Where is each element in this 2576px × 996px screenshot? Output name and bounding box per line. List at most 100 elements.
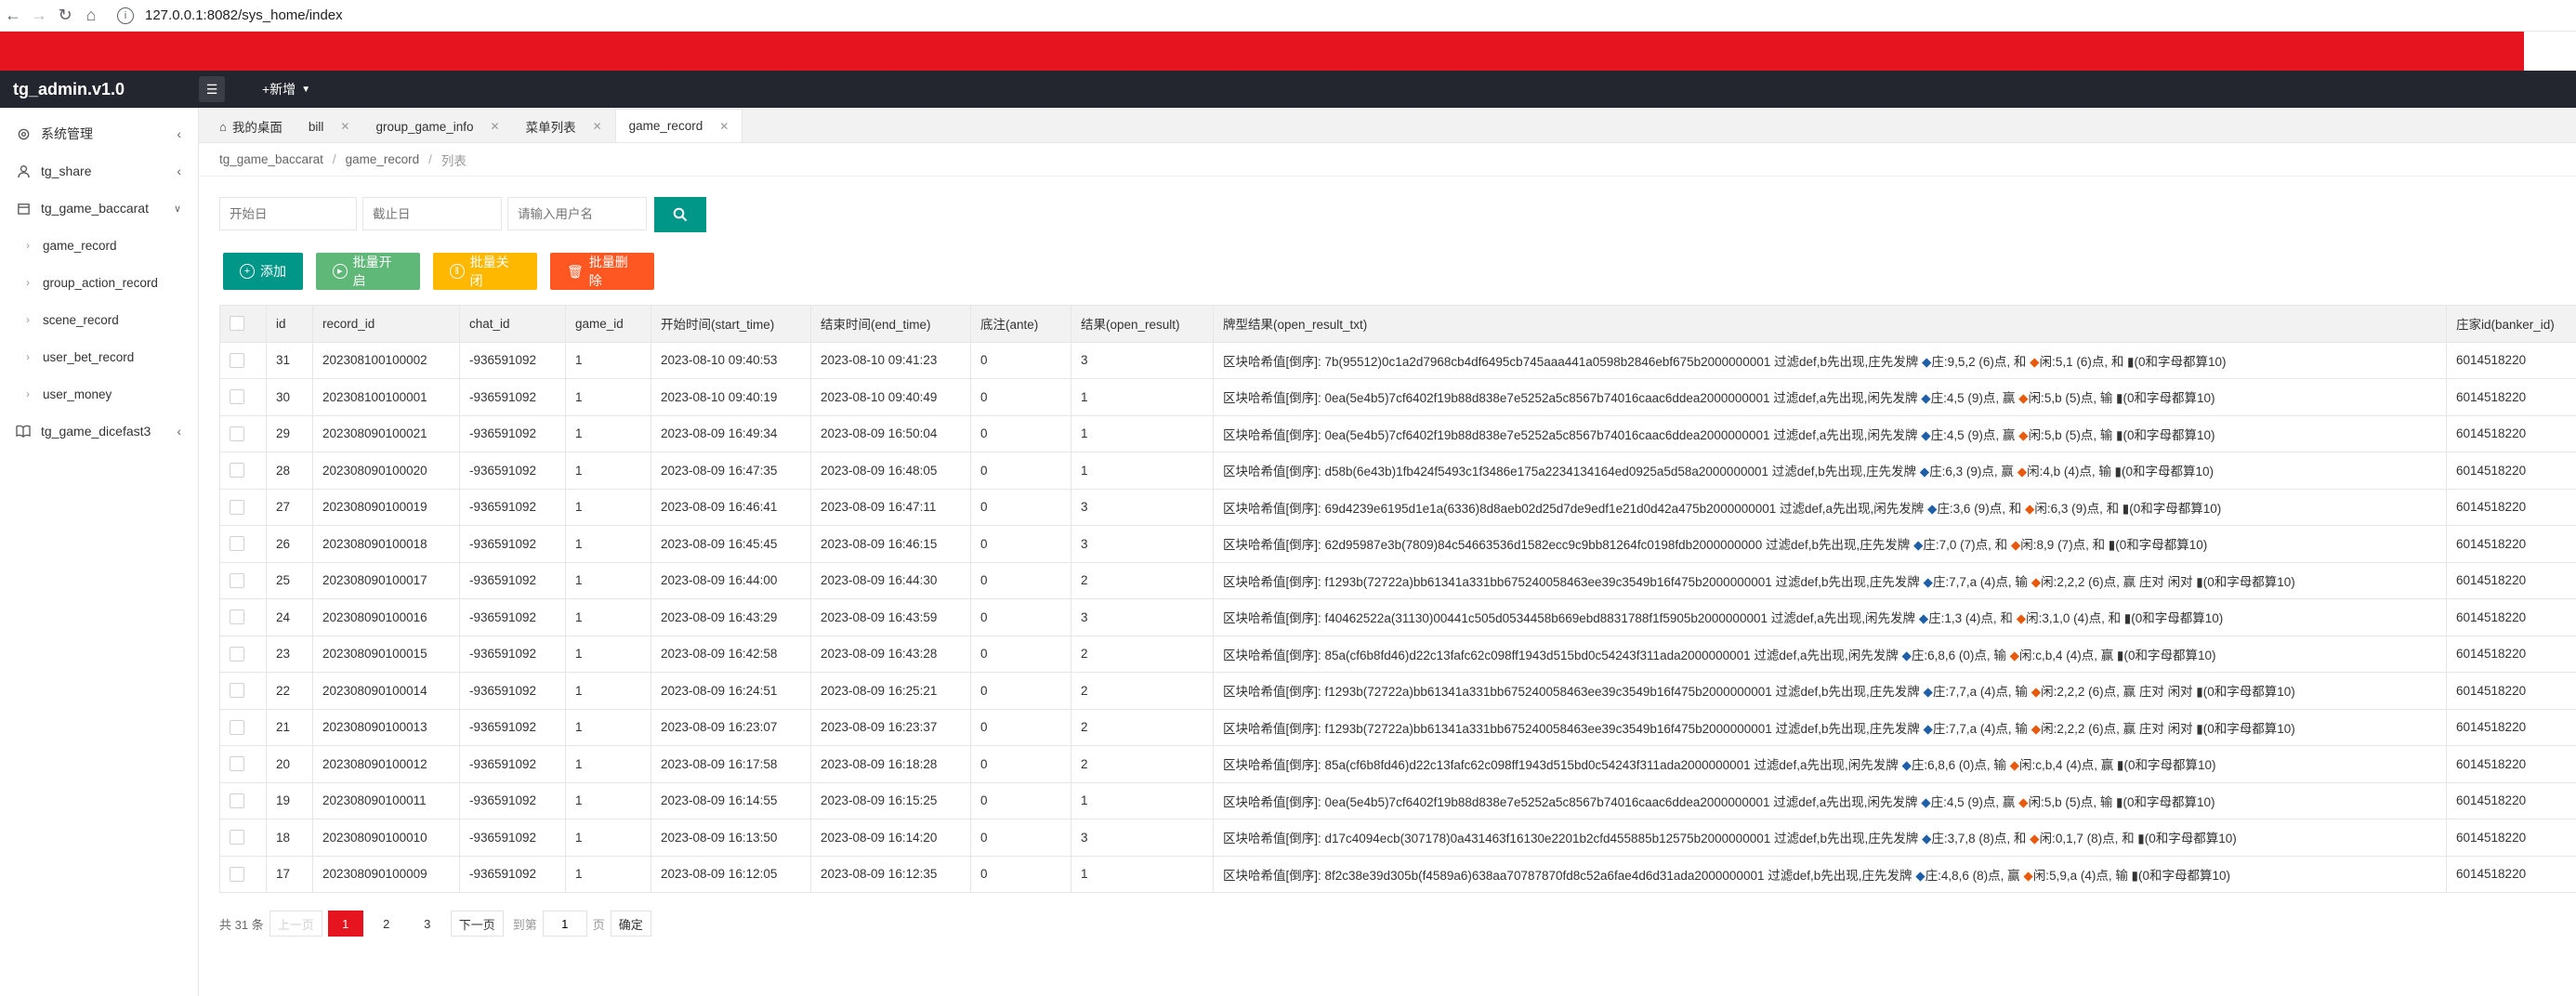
table-row[interactable]: 31 202308100100002 -936591092 1 2023-08-10 0… (219, 341, 2576, 379)
sidebar-subitem-scene-record[interactable]: › scene_record (0, 301, 198, 338)
blue-diamond-icon: ◆ (1912, 538, 1924, 553)
breadcrumb-item[interactable]: tg_game_baccarat (219, 152, 323, 166)
row-checkbox[interactable] (230, 830, 244, 845)
table-row[interactable]: 24 202308090100016 -936591092 1 2023-08-09 1… (219, 598, 2576, 636)
end-date-input[interactable] (362, 197, 502, 230)
row-select-cell[interactable] (219, 341, 267, 379)
sidebar-item-tg-share[interactable]: tg_share ‹ (0, 152, 198, 190)
chevron-left-icon: ‹ (177, 424, 181, 439)
page-1-button[interactable]: 1 (327, 911, 363, 937)
sidebar-item-tg-game-baccarat[interactable]: tg_game_baccarat ∨ (0, 190, 198, 227)
row-checkbox[interactable] (230, 572, 244, 588)
address-bar[interactable]: i 127.0.0.1:8082/sys_home/index (117, 7, 343, 24)
tab-my-desktop[interactable]: ⌂ 我的桌面 (206, 111, 296, 142)
batch-delete-button[interactable]: 🗑 批量删除 (550, 253, 654, 290)
row-select-cell[interactable] (219, 635, 267, 673)
sidebar-subitem-user-bet-record[interactable]: › user_bet_record (0, 338, 198, 375)
row-checkbox[interactable] (230, 683, 244, 699)
select-all-checkbox[interactable] (230, 316, 244, 332)
table-row[interactable]: 27 202308090100019 -936591092 1 2023-08-09 1… (219, 488, 2576, 526)
row-select-cell[interactable] (219, 414, 267, 452)
select-all-cell[interactable] (219, 305, 267, 343)
row-checkbox[interactable] (230, 389, 244, 405)
tab-game-record[interactable]: game_record ✕ (614, 109, 743, 142)
table-row[interactable]: 19 202308090100011 -936591092 1 2023-08-09 1… (219, 781, 2576, 819)
table-row[interactable]: 29 202308090100021 -936591092 1 2023-08-09 1… (219, 414, 2576, 452)
sidebar-item-tg-game-dicefast3[interactable]: tg_game_dicefast3 ‹ (0, 413, 198, 450)
cell-record-id: 202308090100010 (312, 819, 460, 857)
next-page-button[interactable]: 下一页 (450, 911, 504, 937)
sidebar-subitem-game-record[interactable]: › game_record (0, 227, 198, 264)
table-row[interactable]: 25 202308090100017 -936591092 1 2023-08-09 1… (219, 561, 2576, 599)
row-checkbox[interactable] (230, 756, 244, 772)
table-row[interactable]: 20 202308090100012 -936591092 1 2023-08-09 1… (219, 745, 2576, 783)
row-select-cell[interactable] (219, 745, 267, 783)
table-row[interactable]: 22 202308090100014 -936591092 1 2023-08-09 1… (219, 672, 2576, 710)
goto-page-box[interactable] (542, 911, 587, 937)
cell-record-id: 202308090100019 (312, 488, 460, 526)
cell-record-id: 202308090100011 (312, 781, 460, 819)
row-checkbox[interactable] (230, 499, 244, 515)
table-row[interactable]: 17 202308090100009 -936591092 1 2023-08-09 1… (219, 855, 2576, 893)
row-select-cell[interactable] (219, 378, 267, 416)
table-row[interactable]: 21 202308090100013 -936591092 1 2023-08-09 1… (219, 708, 2576, 746)
cell-game-id: 1 (565, 414, 651, 452)
row-checkbox[interactable] (230, 793, 244, 808)
row-checkbox[interactable] (230, 463, 244, 478)
batch-close-button[interactable]: ‖ 批量关闭 (433, 253, 537, 290)
tab-menu-list[interactable]: 菜单列表 ✕ (513, 111, 615, 142)
confirm-page-button[interactable]: 确定 (610, 911, 651, 937)
row-select-cell[interactable] (219, 855, 267, 893)
close-icon[interactable]: ✕ (719, 120, 729, 133)
row-checkbox[interactable] (230, 646, 244, 662)
add-new-menu[interactable]: +新增 ▼ (262, 80, 310, 98)
row-checkbox[interactable] (230, 866, 244, 882)
tab-group-game-info[interactable]: group_game_info ✕ (362, 111, 512, 142)
row-select-cell[interactable] (219, 819, 267, 857)
row-select-cell[interactable] (219, 781, 267, 819)
row-checkbox[interactable] (230, 536, 244, 552)
home-icon[interactable]: ⌂ (78, 0, 104, 32)
batch-open-button[interactable]: ▸ 批量开启 (316, 253, 420, 290)
row-checkbox[interactable] (230, 426, 244, 441)
search-button[interactable] (654, 197, 706, 232)
row-checkbox[interactable] (230, 352, 244, 368)
row-select-cell[interactable] (219, 598, 267, 636)
page-3-button[interactable]: 3 (409, 911, 445, 937)
row-select-cell[interactable] (219, 561, 267, 599)
page-2-button[interactable]: 2 (368, 911, 404, 937)
url-text[interactable]: 127.0.0.1:8082/sys_home/index (145, 7, 343, 23)
row-checkbox[interactable] (230, 719, 244, 735)
table-row[interactable]: 23 202308090100015 -936591092 1 2023-08-09 1… (219, 635, 2576, 673)
row-select-cell[interactable] (219, 452, 267, 490)
goto-page-input[interactable] (550, 916, 579, 931)
sidebar-subitem-user-money[interactable]: › user_money (0, 375, 198, 413)
cell-chat-id: -936591092 (459, 488, 566, 526)
start-date-input[interactable] (219, 197, 357, 230)
close-icon[interactable]: ✕ (593, 120, 602, 133)
forward-icon[interactable]: → (26, 0, 52, 32)
username-input[interactable] (507, 197, 647, 230)
table-row[interactable]: 28 202308090100020 -936591092 1 2023-08-09 1… (219, 452, 2576, 490)
close-icon[interactable]: ✕ (491, 120, 500, 133)
breadcrumb-item[interactable]: game_record (346, 152, 420, 166)
table-row[interactable]: 18 202308090100010 -936591092 1 2023-08-09 1… (219, 819, 2576, 857)
tab-bill[interactable]: bill ✕ (296, 111, 363, 142)
back-icon[interactable]: ← (0, 0, 26, 32)
row-select-cell[interactable] (219, 525, 267, 563)
row-select-cell[interactable] (219, 708, 267, 746)
banker-result-text: 庄:1,3 (4)点, 和 (1928, 611, 2017, 626)
close-icon[interactable]: ✕ (340, 120, 349, 133)
table-row[interactable]: 26 202308090100018 -936591092 1 2023-08-09 1… (219, 525, 2576, 563)
prev-page-button[interactable]: 上一页 (269, 911, 322, 937)
site-info-icon[interactable]: i (117, 7, 134, 24)
row-select-cell[interactable] (219, 672, 267, 710)
sidebar-subitem-group-action-record[interactable]: › group_action_record (0, 264, 198, 301)
menu-toggle-button[interactable]: ☰ (199, 76, 225, 102)
sidebar-item-system[interactable]: 系统管理 ‹ (0, 115, 198, 152)
row-checkbox[interactable] (230, 609, 244, 625)
row-select-cell[interactable] (219, 488, 267, 526)
add-button[interactable]: + 添加 (223, 253, 303, 290)
reload-icon[interactable]: ↻ (52, 0, 78, 32)
table-row[interactable]: 30 202308100100001 -936591092 1 2023-08-10 0… (219, 378, 2576, 416)
